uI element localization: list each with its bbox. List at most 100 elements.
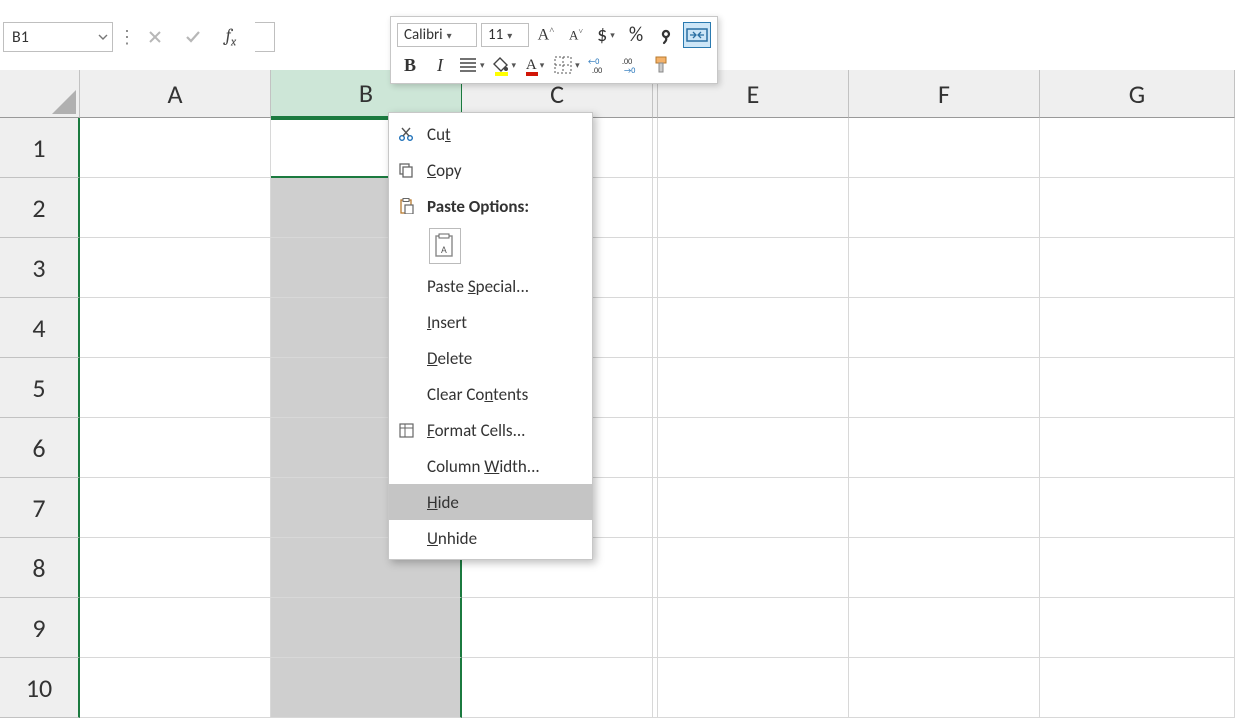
column-header-A[interactable]: A: [80, 70, 271, 118]
cell[interactable]: [1040, 538, 1235, 598]
menu-unhide[interactable]: Unhide: [389, 520, 592, 556]
percent-format-button[interactable]: %: [623, 22, 649, 48]
row-header[interactable]: 7: [0, 478, 80, 538]
cell[interactable]: [658, 538, 849, 598]
grid-row: 1: [0, 118, 1238, 178]
formula-input[interactable]: [255, 22, 275, 52]
cell[interactable]: [658, 298, 849, 358]
cell[interactable]: [80, 118, 271, 178]
bold-button[interactable]: B: [397, 52, 423, 78]
cell[interactable]: [80, 538, 271, 598]
menu-clear-contents[interactable]: Clear Contents: [389, 376, 592, 412]
font-name-combo[interactable]: Calibri ▾: [397, 23, 477, 47]
cancel-x-icon[interactable]: [141, 23, 169, 51]
column-header-G[interactable]: G: [1040, 70, 1235, 118]
cell[interactable]: [658, 658, 849, 718]
chevron-down-icon[interactable]: [98, 32, 108, 42]
cell[interactable]: [658, 178, 849, 238]
cell[interactable]: [1040, 658, 1235, 718]
enter-check-icon[interactable]: [179, 23, 207, 51]
row-header[interactable]: 9: [0, 598, 80, 658]
decrease-decimal-button[interactable]: .00→0: [618, 52, 646, 78]
menu-column-width-label: Column Width...: [427, 456, 540, 477]
row-header[interactable]: 6: [0, 418, 80, 478]
cell[interactable]: [849, 418, 1040, 478]
cell[interactable]: [80, 598, 271, 658]
decrease-font-icon[interactable]: A˅: [563, 22, 589, 48]
menu-hide[interactable]: Hide: [389, 484, 592, 520]
name-box[interactable]: B1: [3, 22, 113, 52]
row-header[interactable]: 1: [0, 118, 80, 178]
cell[interactable]: [658, 418, 849, 478]
chevron-down-icon: ▾: [507, 29, 512, 42]
cell[interactable]: [849, 538, 1040, 598]
cell[interactable]: [849, 658, 1040, 718]
cell[interactable]: [849, 358, 1040, 418]
cell[interactable]: [849, 118, 1040, 178]
font-size-combo[interactable]: 11 ▾: [481, 23, 529, 47]
row-header[interactable]: 2: [0, 178, 80, 238]
cell[interactable]: [1040, 118, 1235, 178]
menu-column-width[interactable]: Column Width...: [389, 448, 592, 484]
cell[interactable]: [80, 478, 271, 538]
cell[interactable]: [1040, 418, 1235, 478]
cell[interactable]: [658, 358, 849, 418]
italic-button[interactable]: I: [427, 52, 453, 78]
align-button[interactable]: ▾: [457, 52, 487, 78]
format-painter-icon[interactable]: [650, 52, 676, 78]
increase-decimal-button[interactable]: ←0.00: [586, 52, 614, 78]
insert-function-icon[interactable]: fx: [217, 23, 245, 51]
font-color-button[interactable]: A ▾: [522, 52, 548, 78]
cell[interactable]: [271, 658, 462, 718]
select-all-triangle[interactable]: [0, 70, 80, 118]
font-color-swatch: [526, 72, 538, 76]
cell[interactable]: [1040, 598, 1235, 658]
row-header[interactable]: 3: [0, 238, 80, 298]
cell[interactable]: [80, 418, 271, 478]
cell[interactable]: [1040, 298, 1235, 358]
menu-copy[interactable]: Copy: [389, 152, 592, 188]
fill-color-button[interactable]: ▾: [491, 52, 519, 78]
cell[interactable]: [658, 478, 849, 538]
increase-font-icon[interactable]: A˄: [533, 22, 559, 48]
cell[interactable]: [80, 358, 271, 418]
row-header[interactable]: 10: [0, 658, 80, 718]
paste-default-button[interactable]: A: [429, 228, 461, 264]
cell[interactable]: [80, 238, 271, 298]
cell[interactable]: [462, 658, 653, 718]
cell[interactable]: [80, 298, 271, 358]
cell[interactable]: [658, 118, 849, 178]
cell[interactable]: [849, 298, 1040, 358]
row-header[interactable]: 4: [0, 298, 80, 358]
currency-format-button[interactable]: $ ▾: [593, 22, 619, 48]
cell[interactable]: [849, 238, 1040, 298]
column-header-F[interactable]: F: [849, 70, 1040, 118]
cell[interactable]: [1040, 358, 1235, 418]
more-icon[interactable]: ⋮: [117, 28, 137, 46]
comma-style-button[interactable]: [653, 22, 679, 48]
menu-delete[interactable]: Delete: [389, 340, 592, 376]
merge-center-button[interactable]: [683, 22, 711, 48]
cell[interactable]: [462, 598, 653, 658]
cell[interactable]: [80, 178, 271, 238]
cell[interactable]: [849, 178, 1040, 238]
cell[interactable]: [271, 598, 462, 658]
menu-paste-special[interactable]: Paste Special...: [389, 268, 592, 304]
menu-format-cells[interactable]: Format Cells...: [389, 412, 592, 448]
cell[interactable]: [658, 238, 849, 298]
menu-cut[interactable]: Cut: [389, 116, 592, 152]
cell[interactable]: [849, 478, 1040, 538]
cell[interactable]: [1040, 178, 1235, 238]
row-header[interactable]: 5: [0, 358, 80, 418]
cell[interactable]: [658, 598, 849, 658]
cell[interactable]: [1040, 238, 1235, 298]
menu-insert[interactable]: Insert: [389, 304, 592, 340]
cell[interactable]: [1040, 478, 1235, 538]
cell[interactable]: [80, 658, 271, 718]
cell[interactable]: [849, 598, 1040, 658]
menu-copy-label: Copy: [427, 160, 462, 181]
borders-button[interactable]: ▾: [552, 52, 582, 78]
menu-cut-label: Cut: [427, 124, 451, 145]
row-header[interactable]: 8: [0, 538, 80, 598]
menu-paste-options-label: Paste Options:: [427, 196, 529, 217]
